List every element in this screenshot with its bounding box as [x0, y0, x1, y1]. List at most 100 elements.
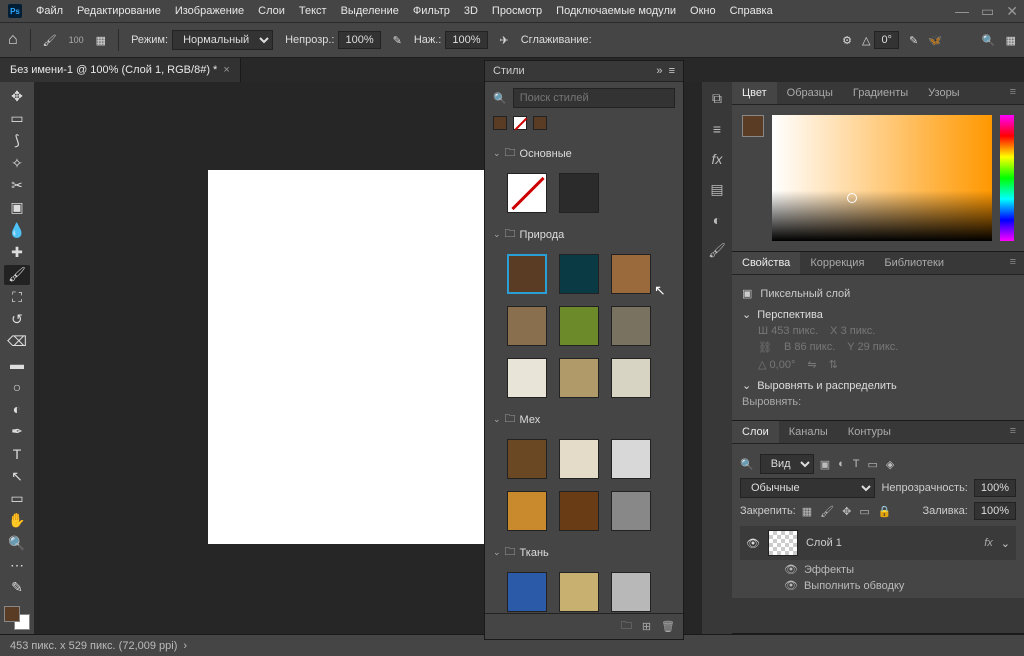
- filter-type-icon[interactable]: T: [853, 458, 860, 471]
- style-group-header[interactable]: ⌄🗀Природа: [489, 223, 679, 246]
- menu-plugins[interactable]: Подключаемые модули: [556, 5, 676, 17]
- lock-trans-icon[interactable]: ▦: [802, 505, 812, 518]
- tab-layers[interactable]: Слои: [732, 421, 779, 443]
- opacity-value[interactable]: 100%: [338, 31, 380, 49]
- search-icon[interactable]: 🔍: [982, 34, 996, 47]
- color-panel-menu-icon[interactable]: ≡: [1002, 82, 1024, 104]
- tab-properties[interactable]: Свойства: [732, 252, 800, 274]
- menu-file[interactable]: Файл: [36, 5, 63, 17]
- window-minimize-icon[interactable]: —: [955, 3, 969, 20]
- panel-icon-adjust[interactable]: ◐: [713, 212, 721, 228]
- crop-tool[interactable]: ✂: [4, 175, 30, 195]
- layer-thumb[interactable]: [768, 530, 798, 556]
- type-tool[interactable]: T: [4, 444, 30, 464]
- visibility-icon[interactable]: 👁: [746, 537, 760, 550]
- stroke-visibility-icon[interactable]: 👁: [784, 579, 798, 592]
- panel-icon-brush[interactable]: 🖌: [708, 242, 726, 259]
- rotate-value[interactable]: 0,00°: [770, 359, 796, 371]
- transform-section[interactable]: Перспектива: [757, 309, 823, 321]
- color-swatches[interactable]: [4, 606, 30, 630]
- props-panel-menu-icon[interactable]: ≡: [1002, 252, 1024, 274]
- angle-value[interactable]: 0°: [874, 31, 899, 49]
- menu-edit[interactable]: Редактирование: [77, 5, 161, 17]
- workspace-icon[interactable]: ▦: [1006, 34, 1016, 47]
- heal-tool[interactable]: ✚: [4, 242, 30, 262]
- gear-icon[interactable]: ⚙: [842, 34, 852, 47]
- style-thumb[interactable]: [559, 306, 599, 346]
- layer-fx-badge[interactable]: fx: [984, 537, 993, 549]
- brush-size[interactable]: 100: [69, 35, 84, 45]
- style-thumb[interactable]: [507, 572, 547, 612]
- panel-icon-2[interactable]: ≡: [713, 121, 721, 137]
- symmetry-icon[interactable]: ✎: [909, 34, 918, 47]
- tab-adjustments[interactable]: Коррекция: [800, 252, 874, 274]
- style-thumb[interactable]: [611, 358, 651, 398]
- eraser-tool[interactable]: ⌫: [4, 332, 30, 352]
- blur-tool[interactable]: ○: [4, 376, 30, 396]
- flip-h-icon[interactable]: ⇋: [807, 358, 816, 371]
- flow-value[interactable]: 100%: [445, 31, 487, 49]
- style-thumb[interactable]: [507, 173, 547, 213]
- window-maximize-icon[interactable]: ▭: [981, 3, 994, 20]
- recent-style-2[interactable]: [533, 116, 547, 130]
- lock-pos-icon[interactable]: ✥: [842, 505, 851, 518]
- home-icon[interactable]: ⌂: [8, 31, 18, 49]
- tab-paths[interactable]: Контуры: [838, 421, 901, 443]
- styles-collapse-icon[interactable]: »: [656, 65, 662, 77]
- blend-mode-layer[interactable]: Обычные: [740, 478, 875, 498]
- style-thumb[interactable]: [559, 173, 599, 213]
- tab-patterns[interactable]: Узоры: [918, 82, 969, 104]
- frame-tool[interactable]: ▣: [4, 198, 30, 218]
- color-picker[interactable]: [772, 115, 992, 241]
- filter-pixel-icon[interactable]: ▣: [820, 458, 830, 471]
- tab-libraries[interactable]: Библиотеки: [874, 252, 954, 274]
- menu-layers[interactable]: Слои: [258, 5, 285, 17]
- menu-3d[interactable]: 3D: [464, 5, 478, 17]
- butterfly-icon[interactable]: 🦋: [928, 34, 942, 47]
- style-group-header[interactable]: ⌄🗀Основные: [489, 142, 679, 165]
- layer-name[interactable]: Слой 1: [806, 537, 976, 549]
- style-thumb[interactable]: [507, 306, 547, 346]
- panel-icon-1[interactable]: ⧉: [712, 90, 722, 107]
- delete-style-icon[interactable]: 🗑: [661, 620, 675, 633]
- menu-text[interactable]: Текст: [299, 5, 327, 17]
- document-tab[interactable]: Без имени-1 @ 100% (Слой 1, RGB/8#) * ×: [0, 58, 241, 82]
- style-group-header[interactable]: ⌄🗀Мех: [489, 408, 679, 431]
- layers-panel-menu-icon[interactable]: ≡: [1002, 421, 1024, 443]
- edit-toolbar[interactable]: ✎: [4, 578, 30, 598]
- menu-select[interactable]: Выделение: [341, 5, 399, 17]
- x-value[interactable]: 3 пикс.: [841, 325, 876, 337]
- lock-all-icon[interactable]: 🔒: [878, 505, 892, 518]
- stamp-tool[interactable]: ⛶: [4, 287, 30, 307]
- height-value[interactable]: 86 пикс.: [794, 341, 835, 353]
- y-value[interactable]: 29 пикс.: [857, 341, 898, 353]
- tab-swatches[interactable]: Образцы: [777, 82, 843, 104]
- style-thumb[interactable]: [507, 439, 547, 479]
- brush-icon[interactable]: 🖌: [43, 34, 57, 47]
- pressure-opacity-icon[interactable]: ✎: [393, 34, 402, 47]
- zoom-tool[interactable]: 🔍: [4, 533, 30, 553]
- path-tool[interactable]: ↖: [4, 466, 30, 486]
- close-tab-icon[interactable]: ×: [223, 64, 229, 76]
- style-thumb[interactable]: [507, 358, 547, 398]
- filter-adjust-icon[interactable]: ◐: [838, 458, 845, 471]
- width-value[interactable]: 453 пикс.: [771, 325, 818, 337]
- move-tool[interactable]: ✥: [4, 86, 30, 106]
- airbrush-icon[interactable]: ✈: [500, 34, 509, 47]
- style-group-header[interactable]: ⌄🗀Ткань: [489, 541, 679, 564]
- dodge-tool[interactable]: ◐: [4, 399, 30, 419]
- lock-artboard-icon[interactable]: ▭: [859, 505, 869, 518]
- menu-image[interactable]: Изображение: [175, 5, 244, 17]
- hand-tool[interactable]: ✋: [4, 511, 30, 531]
- panel-icon-layers[interactable]: ▤: [710, 181, 723, 198]
- brush-preset-icon[interactable]: ▦: [96, 34, 106, 47]
- link-icon[interactable]: ⛓: [758, 341, 772, 354]
- fill-value[interactable]: 100%: [974, 502, 1016, 520]
- recent-style-1[interactable]: [493, 116, 507, 130]
- style-thumb[interactable]: [559, 491, 599, 531]
- layer-filter-select[interactable]: Вид: [760, 454, 814, 474]
- canvas[interactable]: [208, 170, 528, 544]
- eyedropper-tool[interactable]: 💧: [4, 220, 30, 240]
- filter-smart-icon[interactable]: ◈: [886, 458, 894, 471]
- style-thumb[interactable]: [507, 254, 547, 294]
